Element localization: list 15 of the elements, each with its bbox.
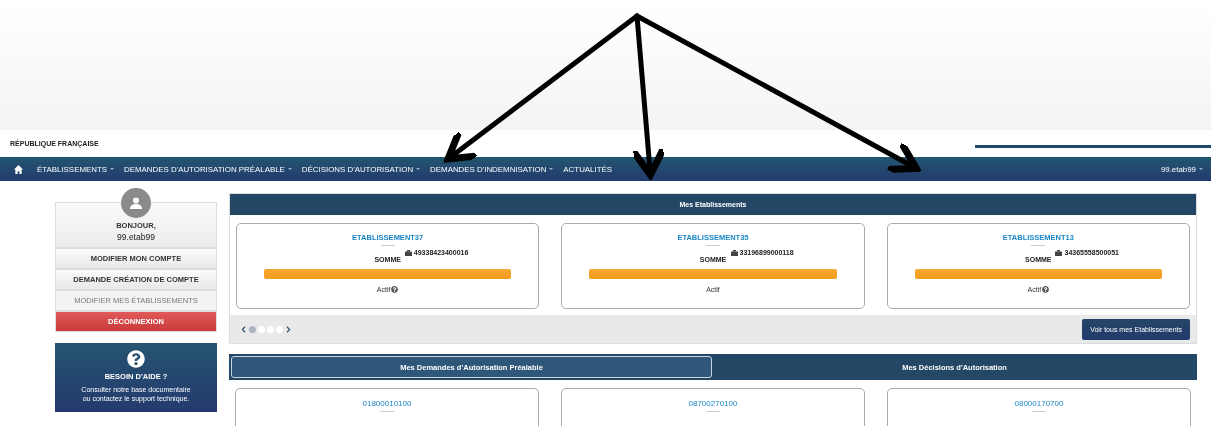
carousel-dot[interactable] [249, 325, 256, 333]
request-number: 08000170700 [1014, 399, 1064, 408]
request-number: 08700270100 [688, 399, 738, 408]
username: 99.etab99 [117, 232, 155, 242]
help-icon [391, 286, 399, 293]
help-icon [127, 350, 145, 368]
request-card[interactable]: 01800010100 [235, 388, 539, 426]
request-card[interactable]: 08700270100 [561, 388, 865, 426]
user-icon [130, 197, 142, 209]
request-number: 01800010100 [362, 399, 412, 408]
previous-arrow[interactable] [240, 325, 247, 333]
next-arrow[interactable] [285, 325, 292, 333]
request-card[interactable]: 08000170700 [887, 388, 1191, 426]
home-icon[interactable] [14, 164, 23, 174]
help-icon [1042, 286, 1050, 293]
